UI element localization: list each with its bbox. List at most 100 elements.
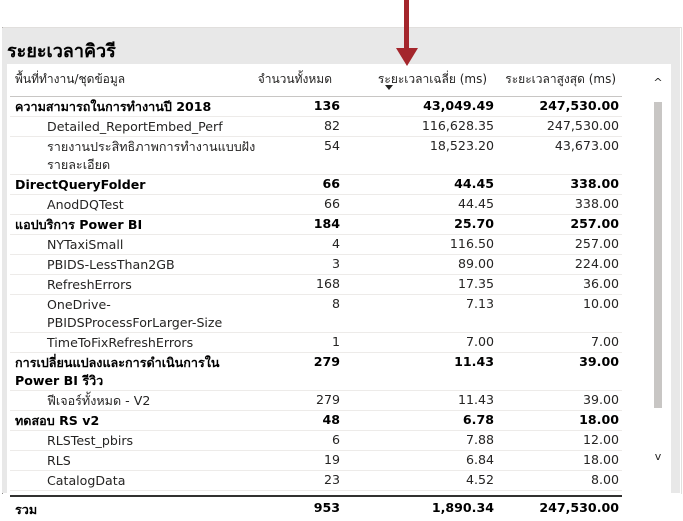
table-row[interactable]: รายงานประสิทธิภาพการทำงานแบบฝังรายละเอีย…: [10, 137, 622, 175]
cell-name: PBIDS-LessThan2GB: [47, 257, 175, 272]
cell-name: RLS: [47, 453, 71, 468]
visual-title: ระยะเวลาคิวรี: [7, 41, 116, 62]
cell-name: แอปบริการ Power BI: [15, 217, 143, 232]
cell-count: 66: [323, 196, 340, 211]
column-header-max[interactable]: ระยะเวลาสูงสุด (ms): [505, 70, 616, 89]
cell-count: 8: [331, 296, 340, 311]
annotation-arrow-icon: [396, 48, 418, 66]
cell-name: CatalogData: [47, 473, 126, 488]
table-row[interactable]: TimeToFixRefreshErrors 1 7.00 7.00: [10, 333, 622, 353]
cell-count: 19: [323, 452, 340, 467]
cell-name: RLSTest_pbirs: [47, 433, 134, 448]
cell-count: 3: [331, 256, 340, 271]
cell-name: AnodDQTest: [47, 197, 124, 212]
cell-name: ทดสอบ RS v2: [15, 413, 100, 428]
cell-avg: 17.35: [457, 276, 494, 291]
cell-max: 39.00: [579, 354, 619, 369]
cell-count: 279: [313, 354, 340, 369]
scroll-down-icon[interactable]: v: [652, 450, 664, 464]
cell-count: 82: [323, 118, 340, 133]
cell-name: OneDrive-PBIDSProcessForLarger-Size: [47, 297, 223, 330]
table-row[interactable]: PBIDS-LessThan2GB 3 89.00 224.00: [10, 255, 622, 275]
cell-avg: 11.43: [454, 354, 494, 369]
scroll-up-icon[interactable]: ^: [652, 76, 664, 90]
table-row[interactable]: RefreshErrors 168 17.35 36.00: [10, 275, 622, 295]
sort-descending-icon: [385, 85, 393, 90]
cell-name: การเปลี่ยนแปลงและการดำเนินการใน Power BI…: [15, 355, 220, 388]
cell-name: RefreshErrors: [47, 277, 132, 292]
column-header-count[interactable]: จำนวนทั้งหมด: [258, 70, 332, 89]
table-row[interactable]: ฟีเจอร์ทั้งหมด - V2 279 11.43 39.00: [10, 391, 622, 411]
cell-avg: 4.52: [465, 472, 494, 487]
cell-max: 257.00: [570, 216, 619, 231]
table-row[interactable]: RLS 19 6.84 18.00: [10, 451, 622, 471]
cell-name: NYTaxiSmall: [47, 237, 124, 252]
cell-max: 36.00: [582, 276, 619, 291]
cell-avg: 6.78: [462, 412, 494, 427]
cell-count: 279: [315, 392, 340, 407]
cell-avg: 7.88: [465, 432, 494, 447]
vertical-scrollbar[interactable]: ^ v: [652, 76, 664, 466]
table-row[interactable]: NYTaxiSmall 4 116.50 257.00: [10, 235, 622, 255]
left-gutter: [2, 64, 7, 493]
cell-max: 338.00: [574, 196, 619, 211]
table-row[interactable]: OneDrive-PBIDSProcessForLarger-Size 8 7.13…: [10, 295, 622, 333]
table-row[interactable]: RLSTest_pbirs 6 7.88 12.00: [10, 431, 622, 451]
right-gutter: [671, 64, 680, 493]
cell-count: 6: [331, 432, 340, 447]
cell-max: 257.00: [574, 236, 619, 251]
cell-name: ความสามารถในการทำงานปี 2018: [15, 99, 212, 114]
cell-max: 12.00: [582, 432, 619, 447]
total-label: รวม: [15, 502, 38, 517]
cell-max: 338.00: [570, 176, 619, 191]
total-count: 953: [313, 500, 340, 515]
column-header-name[interactable]: พื้นที่ทำงาน/ชุดข้อมูล: [15, 70, 125, 89]
cell-max: 10.00: [582, 296, 619, 311]
table-row[interactable]: CatalogData 23 4.52 8.00: [10, 471, 622, 491]
annotation-arrow-shaft: [404, 0, 409, 50]
table-row[interactable]: AnodDQTest 66 44.45 338.00: [10, 195, 622, 215]
cell-count: 54: [323, 138, 340, 153]
cell-avg: 44.45: [454, 176, 494, 191]
cell-avg: 6.84: [465, 452, 494, 467]
table-row[interactable]: Detailed_ReportEmbed_Perf 82 116,628.35 247…: [10, 117, 622, 137]
table-group-row[interactable]: ทดสอบ RS v2 48 6.78 18.00: [10, 411, 622, 431]
cell-max: 247,530.00: [546, 118, 619, 133]
cell-name: DirectQueryFolder: [15, 177, 146, 192]
table-total-row: รวม 953 1,890.34 247,530.00: [10, 495, 622, 521]
cell-count: 48: [322, 412, 340, 427]
table-group-row[interactable]: DirectQueryFolder 66 44.45 338.00: [10, 175, 622, 195]
cell-count: 168: [315, 276, 340, 291]
cell-max: 8.00: [590, 472, 619, 487]
table-group-row[interactable]: แอปบริการ Power BI 184 25.70 257.00: [10, 215, 622, 235]
cell-count: 4: [331, 236, 340, 251]
cell-count: 23: [323, 472, 340, 487]
column-header-avg[interactable]: ระยะเวลาเฉลี่ย (ms): [378, 70, 487, 89]
cell-max: 39.00: [582, 392, 619, 407]
matrix-table: พื้นที่ทำงาน/ชุดข้อมูล จำนวนทั้งหมด ระยะ…: [10, 66, 622, 521]
cell-count: 184: [313, 216, 340, 231]
cell-avg: 7.00: [465, 334, 494, 349]
scroll-thumb[interactable]: [654, 102, 662, 408]
cell-avg: 116.50: [449, 236, 494, 251]
cell-max: 18.00: [582, 452, 619, 467]
total-avg: 1,890.34: [431, 500, 494, 515]
table-body: ความสามารถในการทำงานปี 2018 136 43,049.49 2…: [10, 97, 622, 491]
cell-max: 43,673.00: [554, 138, 619, 153]
cell-avg: 43,049.49: [423, 98, 494, 113]
cell-count: 1: [331, 334, 340, 349]
table-group-row[interactable]: ความสามารถในการทำงานปี 2018 136 43,049.49 2…: [10, 97, 622, 117]
table-group-row[interactable]: การเปลี่ยนแปลงและการดำเนินการใน Power BI…: [10, 353, 622, 391]
cell-max: 224.00: [574, 256, 619, 271]
cell-max: 247,530.00: [539, 98, 619, 113]
cell-avg: 18,523.20: [429, 138, 494, 153]
cell-avg: 7.13: [465, 296, 494, 311]
cell-name: TimeToFixRefreshErrors: [47, 335, 194, 350]
cell-count: 136: [313, 98, 340, 113]
table-header-row: พื้นที่ทำงาน/ชุดข้อมูล จำนวนทั้งหมด ระยะ…: [10, 66, 622, 97]
total-max: 247,530.00: [539, 500, 619, 515]
cell-count: 66: [322, 176, 340, 191]
cell-name: Detailed_ReportEmbed_Perf: [47, 119, 223, 134]
cell-max: 18.00: [579, 412, 619, 427]
cell-avg: 25.70: [454, 216, 494, 231]
